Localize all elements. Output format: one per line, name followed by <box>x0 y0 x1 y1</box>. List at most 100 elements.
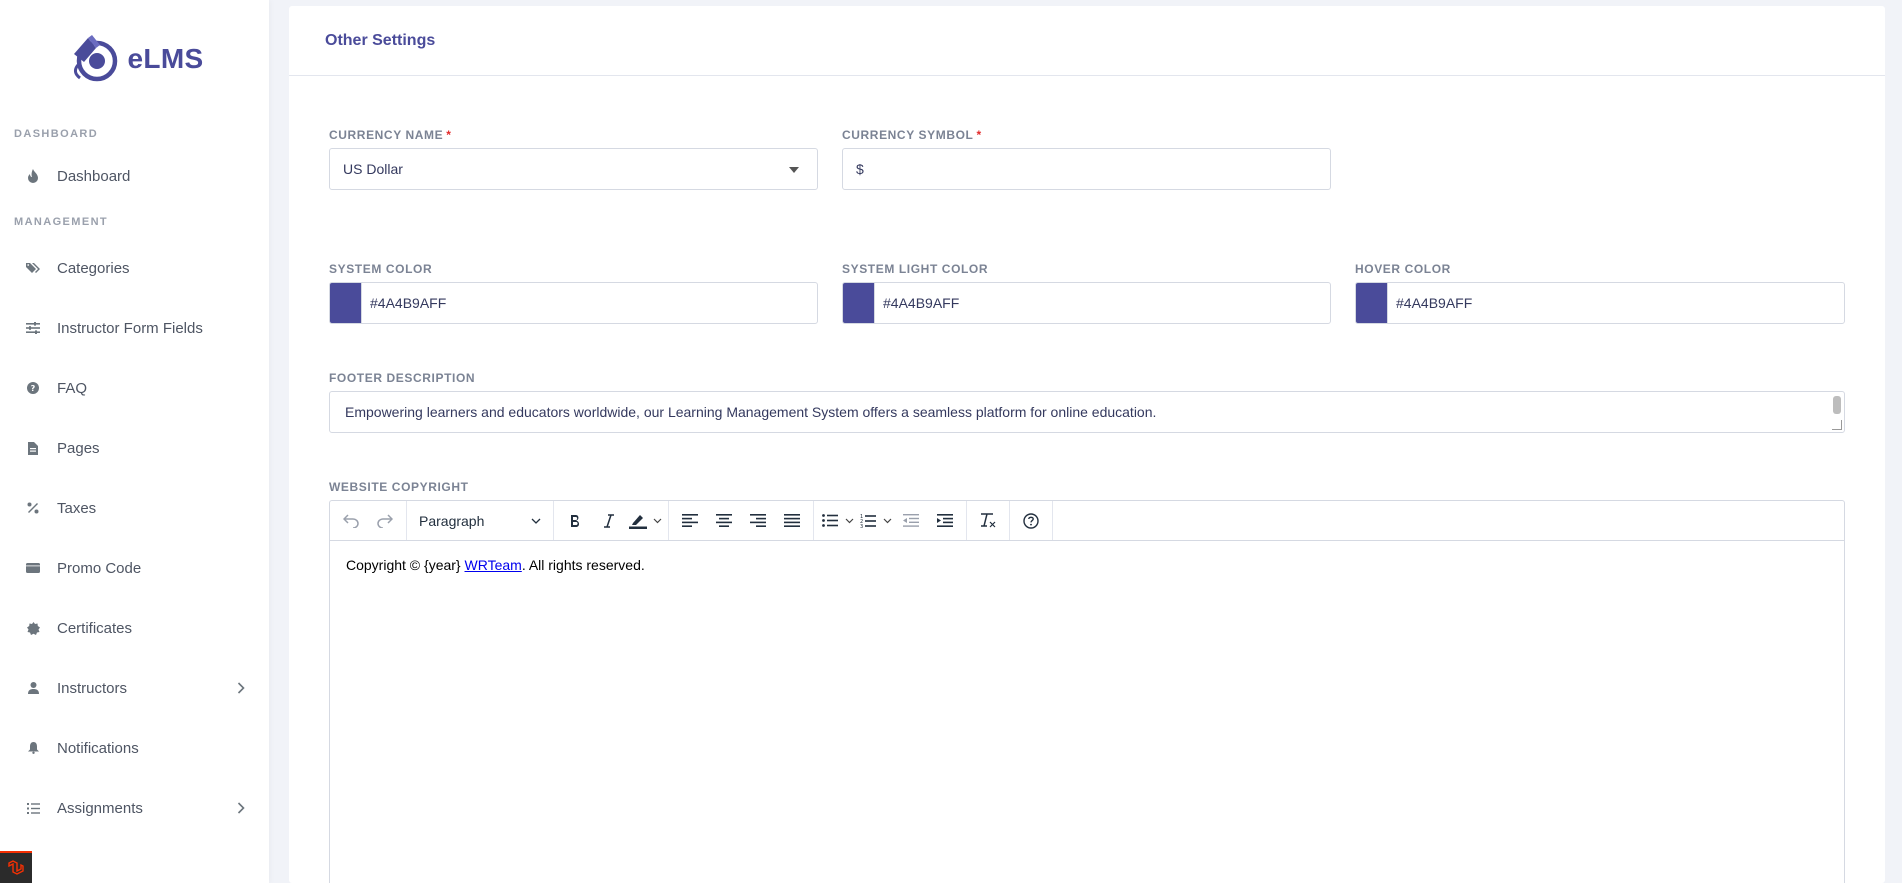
currency-name-value: US Dollar <box>343 161 403 177</box>
chevron-right-icon <box>237 682 245 694</box>
italic-icon[interactable] <box>592 505 626 537</box>
hover-color-input[interactable]: #4A4B9AFF <box>1355 282 1845 324</box>
sidebar-item-faq[interactable]: ? FAQ <box>0 358 269 418</box>
currency-symbol-label: CURRENCY SYMBOL * <box>842 128 982 142</box>
footer-description-value: Empowering learners and educators worldw… <box>345 404 1157 420</box>
laravel-debugbar-icon[interactable] <box>0 851 32 883</box>
help-group <box>1010 501 1053 540</box>
sidebar: eLMS DASHBOARD Dashboard MANAGEMENT Cate… <box>0 0 269 883</box>
sidebar-item-label: Notifications <box>57 739 139 757</box>
footer-description-label: FOOTER DESCRIPTION <box>329 371 476 385</box>
copyright-suffix-text: . All rights reserved. <box>521 557 645 573</box>
list-group: 123 <box>814 501 967 540</box>
percent-icon <box>26 501 40 515</box>
sidebar-item-label: Taxes <box>57 499 97 517</box>
card-title: Other Settings <box>325 31 436 49</box>
sidebar-item-label: Instructors <box>57 679 128 697</box>
menu-header-management: MANAGEMENT <box>14 216 109 228</box>
redo-icon[interactable] <box>368 505 402 537</box>
chevron-right-icon <box>237 802 245 814</box>
sidebar-item-assignments[interactable]: Assignments <box>0 778 269 838</box>
align-right-icon[interactable] <box>741 505 775 537</box>
align-justify-icon[interactable] <box>775 505 809 537</box>
sidebar-item-label: FAQ <box>57 379 88 397</box>
hover-color-value: #4A4B9AFF <box>1396 295 1473 311</box>
sidebar-item-label: Certificates <box>57 619 133 637</box>
editor-content[interactable]: Copyright © {year} WRTeam. All rights re… <box>330 541 1844 589</box>
sidebar-item-dashboard[interactable]: Dashboard <box>0 150 269 202</box>
system-light-color-swatch[interactable] <box>843 283 875 323</box>
sliders-icon <box>26 321 40 335</box>
website-copyright-label: WEBSITE COPYRIGHT <box>329 480 469 494</box>
card-header: Other Settings <box>289 6 1885 76</box>
system-color-value: #4A4B9AFF <box>370 295 447 311</box>
sidebar-item-promo-code[interactable]: Promo Code <box>0 538 269 598</box>
sidebar-item-taxes[interactable]: Taxes <box>0 478 269 538</box>
bell-icon <box>26 741 40 755</box>
outdent-icon[interactable] <box>894 505 928 537</box>
system-light-color-value: #4A4B9AFF <box>883 295 960 311</box>
undo-icon[interactable] <box>334 505 368 537</box>
tags-icon <box>26 261 40 275</box>
clear-format-group <box>967 501 1010 540</box>
elms-logo-icon <box>66 32 122 86</box>
wrteam-link[interactable]: WRTeam <box>465 557 522 573</box>
brand-name: eLMS <box>127 43 204 74</box>
formatting-group <box>554 501 669 540</box>
chevron-down-icon[interactable] <box>880 505 894 537</box>
system-color-input[interactable]: #4A4B9AFF <box>329 282 818 324</box>
hover-color-swatch[interactable] <box>1356 283 1388 323</box>
system-light-color-label: SYSTEM LIGHT COLOR <box>842 262 989 276</box>
highlight-color-icon[interactable] <box>626 505 650 537</box>
block-format-value: Paragraph <box>419 512 485 529</box>
brand[interactable]: eLMS <box>0 0 269 118</box>
sidebar-item-label: Pages <box>57 439 100 457</box>
svg-text:?: ? <box>31 384 36 393</box>
footer-description-textarea[interactable]: Empowering learners and educators worldw… <box>329 391 1845 433</box>
resize-handle-icon[interactable] <box>1832 420 1842 430</box>
chevron-down-icon[interactable] <box>650 505 664 537</box>
sidebar-item-label: Promo Code <box>57 559 142 577</box>
caret-down-icon <box>789 167 799 173</box>
copyright-prefix-text: Copyright © {year} <box>346 557 465 573</box>
block-format-select[interactable]: Paragraph <box>411 505 549 537</box>
block-format-group: Paragraph <box>407 501 554 540</box>
sidebar-item-categories[interactable]: Categories <box>0 238 269 298</box>
sidebar-item-pages[interactable]: Pages <box>0 418 269 478</box>
clear-formatting-icon[interactable] <box>971 505 1005 537</box>
file-icon <box>26 441 40 455</box>
alignment-group <box>669 501 814 540</box>
sidebar-item-notifications[interactable]: Notifications <box>0 718 269 778</box>
editor-toolbar: Paragraph 1 2 3 <box>330 501 1844 541</box>
system-color-label: SYSTEM COLOR <box>329 262 433 276</box>
system-color-swatch[interactable] <box>330 283 362 323</box>
sidebar-item-label: Assignments <box>57 799 143 817</box>
question-circle-icon: ? <box>26 381 40 395</box>
chevron-down-icon[interactable] <box>842 505 856 537</box>
sidebar-item-label: Instructor Form Fields <box>57 319 203 337</box>
currency-symbol-value: $ <box>856 161 864 177</box>
chevron-down-icon <box>531 518 541 524</box>
bold-icon[interactable] <box>558 505 592 537</box>
currency-name-select[interactable]: US Dollar <box>329 148 818 190</box>
copyright-paragraph: Copyright © {year} WRTeam. All rights re… <box>346 557 1828 573</box>
website-copyright-editor[interactable]: Paragraph 1 2 3 Copyright © {year} WRTea… <box>329 500 1845 883</box>
numbered-list-icon[interactable]: 123 <box>856 505 880 537</box>
history-group <box>330 501 407 540</box>
list-icon <box>26 801 40 815</box>
bullet-list-icon[interactable] <box>818 505 842 537</box>
textarea-scrollbar[interactable] <box>1833 396 1841 414</box>
menu-header-dashboard: DASHBOARD <box>14 128 99 140</box>
currency-symbol-input[interactable]: $ <box>842 148 1331 190</box>
sidebar-item-label: Categories <box>57 259 130 277</box>
indent-icon[interactable] <box>928 505 962 537</box>
svg-text:3: 3 <box>860 524 863 528</box>
sidebar-item-instructor-form-fields[interactable]: Instructor Form Fields <box>0 298 269 358</box>
sidebar-item-certificates[interactable]: Certificates <box>0 598 269 658</box>
fire-icon <box>26 169 40 183</box>
align-left-icon[interactable] <box>673 505 707 537</box>
sidebar-item-instructors[interactable]: Instructors <box>0 658 269 718</box>
align-center-icon[interactable] <box>707 505 741 537</box>
help-icon[interactable] <box>1014 505 1048 537</box>
system-light-color-input[interactable]: #4A4B9AFF <box>842 282 1331 324</box>
